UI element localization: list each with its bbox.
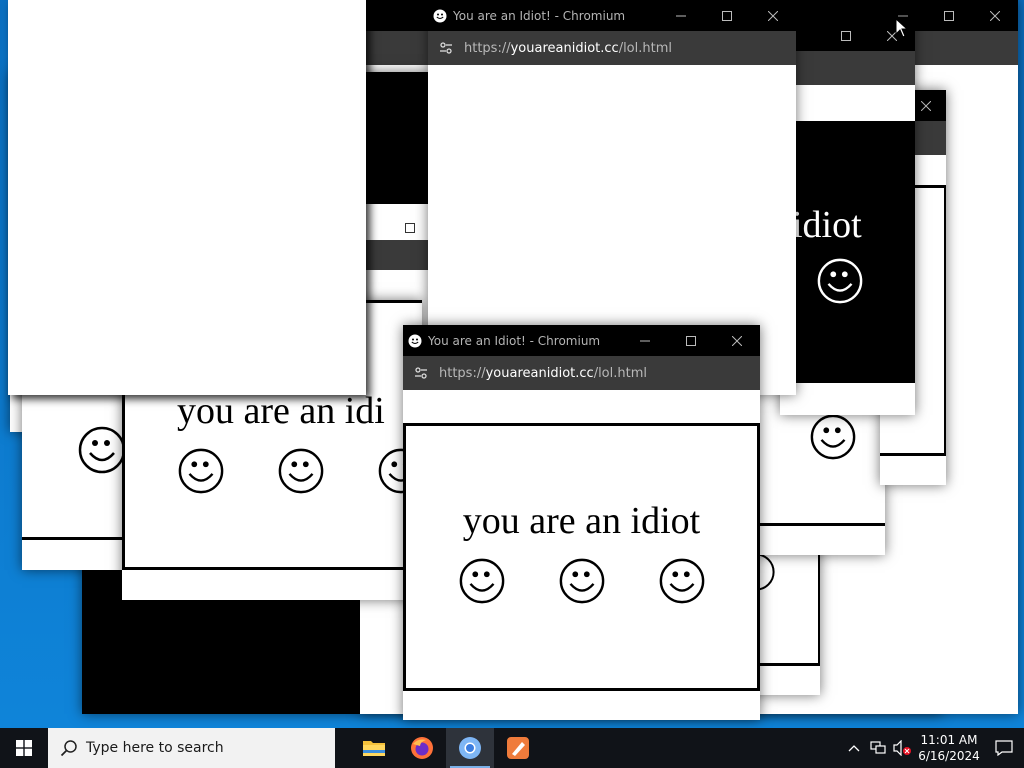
chromium-icon	[459, 737, 481, 759]
firefox-icon	[411, 737, 433, 759]
notification-icon	[995, 740, 1013, 756]
maximize-icon	[944, 10, 954, 21]
close-icon	[921, 100, 931, 111]
address-bar[interactable]: https://youareanidiot.cc/lol.html	[403, 356, 760, 390]
smiley-icon	[559, 558, 604, 604]
smiley-icon	[817, 258, 863, 304]
popup-window-right-black[interactable]: idiot	[780, 20, 915, 415]
maximize-button[interactable]	[668, 325, 714, 356]
search-box[interactable]: Type here to search	[48, 728, 335, 768]
start-button[interactable]	[0, 728, 48, 768]
url-text[interactable]: https://youareanidiot.cc/lol.html	[464, 41, 672, 56]
taskbar-firefox[interactable]	[398, 728, 446, 768]
windows-logo-icon	[16, 740, 32, 756]
close-button[interactable]	[972, 0, 1018, 31]
taskbar: Type here to search 11:01 AM 6/16/2024	[0, 728, 1024, 768]
taskbar-paint[interactable]	[494, 728, 542, 768]
maximize-button[interactable]	[926, 0, 972, 31]
site-settings-icon[interactable]	[438, 40, 454, 56]
minimize-icon	[676, 15, 686, 16]
search-icon	[60, 740, 77, 757]
taskbar-file-explorer[interactable]	[350, 728, 398, 768]
idiot-text: you are an idiot	[462, 500, 701, 542]
page-content: you are an idiot	[403, 390, 760, 720]
minimize-icon	[640, 340, 650, 341]
idiot-text: idiot	[792, 204, 862, 246]
maximize-icon	[841, 30, 851, 41]
chevron-up-icon	[848, 745, 860, 752]
mouse-cursor-icon	[895, 18, 909, 38]
content-frame: idiot	[780, 118, 915, 386]
title-bar[interactable]: You are an Idiot! - Chromium	[403, 325, 760, 356]
window-title: You are an Idiot! - Chromium	[453, 8, 626, 23]
maximize-icon	[722, 10, 732, 21]
network-button[interactable]	[866, 728, 890, 768]
close-button[interactable]	[750, 0, 796, 31]
close-icon	[732, 335, 742, 346]
clock-date: 6/16/2024	[918, 749, 980, 763]
taskbar-chromium[interactable]	[446, 728, 494, 768]
close-icon	[768, 10, 778, 21]
minimize-button[interactable]	[658, 0, 704, 31]
smiley-icon	[178, 448, 224, 494]
smiley-icon	[459, 558, 504, 604]
popup-window-front[interactable]: You are an Idiot! - Chromium https://you…	[403, 325, 760, 720]
maximize-icon	[405, 222, 415, 233]
folder-icon	[363, 741, 385, 756]
clock-time: 11:01 AM	[920, 733, 978, 747]
minimize-button[interactable]	[622, 325, 668, 356]
smiley-icon	[408, 334, 422, 347]
window-title: You are an Idiot! - Chromium	[428, 333, 601, 348]
maximize-icon	[686, 335, 696, 346]
title-bar[interactable]: You are an Idiot! - Chromium	[428, 0, 796, 31]
smiley-icon	[659, 558, 704, 604]
content-frame: you are an idiot	[403, 423, 760, 691]
maximize-button[interactable]	[823, 20, 869, 51]
maximize-button[interactable]	[704, 0, 750, 31]
smiley-icon	[278, 448, 324, 494]
smiley-icon	[810, 414, 855, 460]
idiot-text: you are an idi	[177, 390, 385, 432]
volume-button[interactable]	[890, 728, 914, 768]
clock[interactable]: 11:01 AM 6/16/2024	[914, 732, 984, 764]
show-hidden-icons-button[interactable]	[842, 728, 866, 768]
close-icon	[990, 10, 1000, 21]
notification-center-button[interactable]	[984, 728, 1024, 768]
system-tray: 11:01 AM 6/16/2024	[842, 728, 1024, 768]
site-settings-icon[interactable]	[413, 365, 429, 381]
network-icon	[870, 741, 886, 754]
smiley-icon	[433, 9, 447, 22]
url-text[interactable]: https://youareanidiot.cc/lol.html	[439, 366, 647, 381]
volume-muted-icon	[893, 740, 911, 756]
address-bar[interactable]: https://youareanidiot.cc/lol.html	[428, 31, 796, 65]
address-bar[interactable]	[780, 51, 915, 85]
paint-icon	[507, 737, 529, 759]
search-placeholder: Type here to search	[86, 740, 224, 756]
desktop: you are an idi idiot You are an Idiot! -…	[0, 0, 1024, 728]
close-button[interactable]	[714, 325, 760, 356]
smiley-icon	[78, 426, 126, 474]
popup-window-top-left[interactable]	[8, 0, 366, 395]
